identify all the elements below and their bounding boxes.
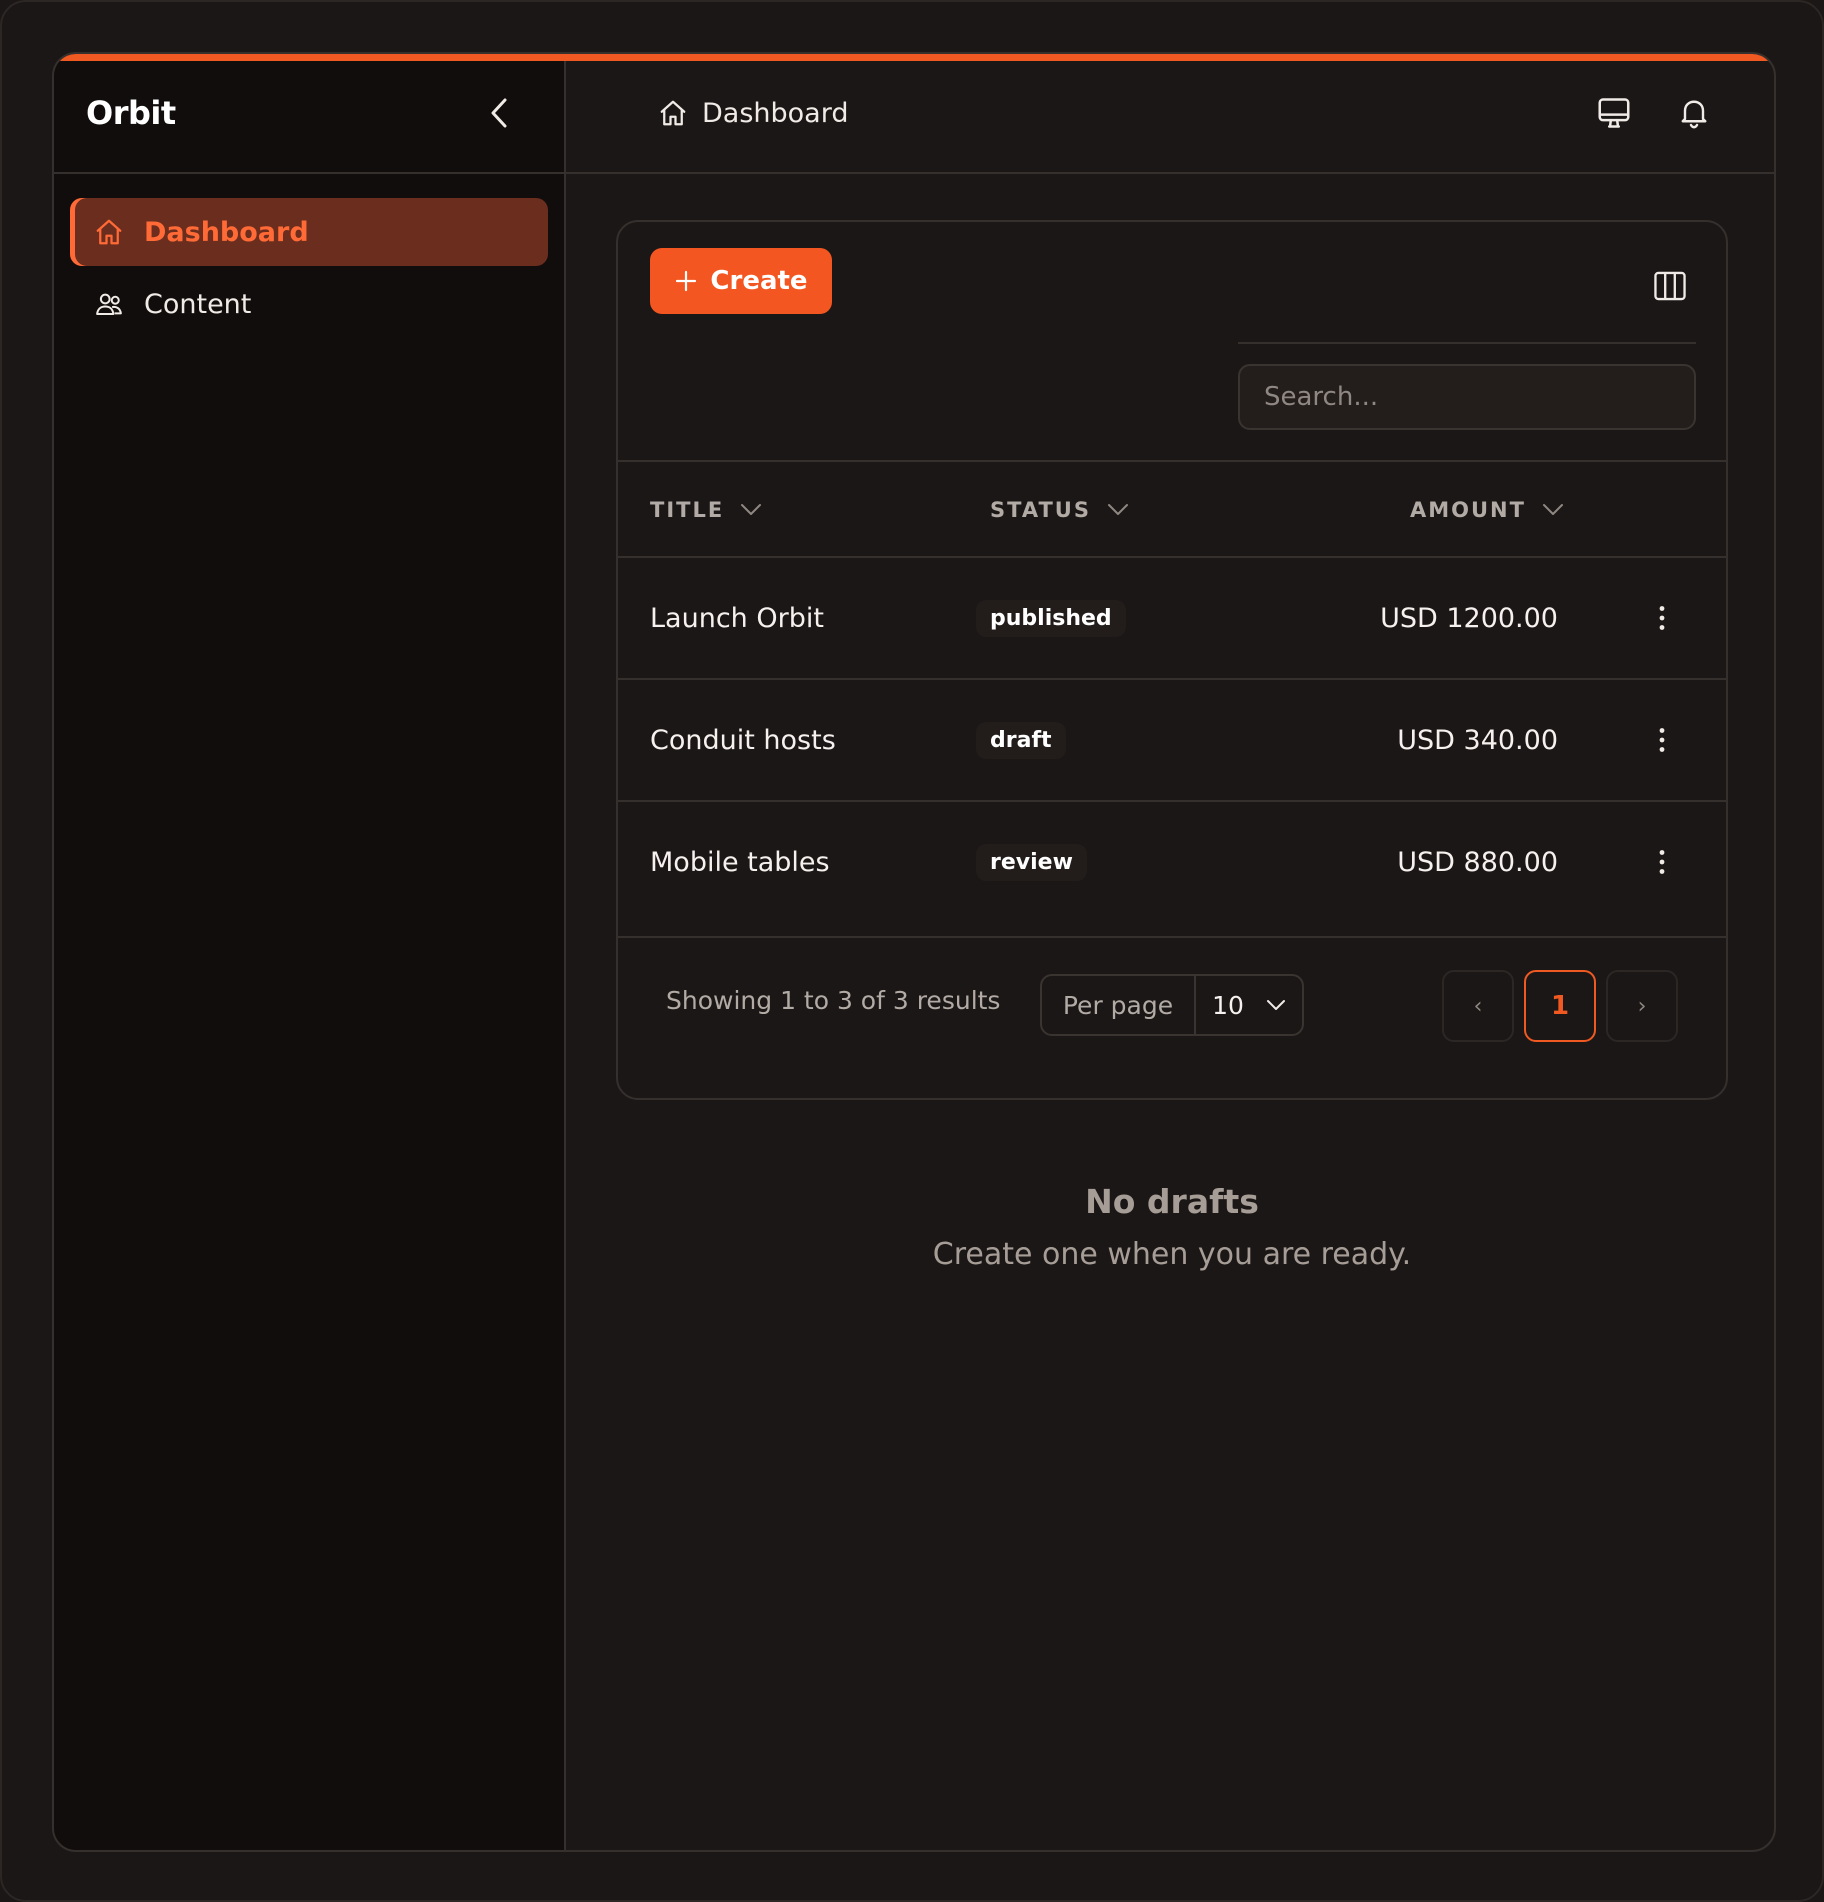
row-actions-button[interactable]: [1658, 558, 1666, 678]
collapse-sidebar-button[interactable]: [484, 93, 514, 133]
accent-bar: [54, 54, 1774, 61]
column-toggle-button[interactable]: [1650, 266, 1690, 306]
per-page-control: Per page 10: [1040, 974, 1304, 1036]
empty-state-subtitle: Create one when you are ready.: [932, 1237, 1412, 1272]
sidebar-nav: Dashboard Content: [54, 174, 564, 366]
column-header-amount[interactable]: AMOUNT: [1410, 462, 1564, 558]
results-count: Showing 1 to 3 of 3 results: [666, 985, 1001, 1015]
column-header-label: STATUS: [990, 498, 1091, 522]
top-bar: Dashboard: [566, 54, 1774, 174]
sidebar-item-label: Content: [144, 288, 252, 320]
content-table-card: Create TITLE STATUS: [616, 220, 1728, 1100]
status-badge: review: [976, 843, 1087, 881]
row-title: Mobile tables: [650, 846, 830, 878]
row-amount: USD 1200.00: [1380, 602, 1558, 634]
brand-logo: Orbit: [86, 94, 176, 132]
create-button-label: Create: [710, 266, 808, 296]
chevron-left-icon: [491, 98, 507, 128]
table-footer: Showing 1 to 3 of 3 results Per page 10 …: [618, 940, 1726, 1060]
main-area: Dashboard Create Search... TITLE STATUS …: [566, 54, 1774, 1850]
breadcrumb[interactable]: Dashboard: [658, 98, 848, 129]
row-amount: USD 880.00: [1397, 846, 1558, 878]
sidebar: Orbit Dashboard Content: [54, 54, 566, 1850]
sidebar-header: Orbit: [54, 54, 564, 174]
home-icon: [660, 100, 686, 126]
breadcrumb-label: Dashboard: [702, 97, 849, 129]
pagination: ‹ 1 ›: [1442, 970, 1678, 1042]
more-vertical-icon: [1659, 850, 1665, 874]
sidebar-item-label: Dashboard: [144, 216, 309, 248]
create-button[interactable]: Create: [650, 248, 832, 314]
per-page-label: Per page: [1042, 976, 1196, 1034]
status-badge: published: [976, 599, 1126, 637]
row-title: Conduit hosts: [650, 724, 836, 756]
column-header-status[interactable]: STATUS: [990, 462, 1129, 558]
empty-state: No drafts Create one when you are ready.: [616, 1182, 1728, 1272]
row-actions-button[interactable]: [1658, 802, 1666, 922]
row-actions-button[interactable]: [1658, 680, 1666, 800]
home-icon: [96, 219, 122, 245]
app-shell: Orbit Dashboard Content Dashboard Create…: [52, 52, 1776, 1852]
window-frame: Orbit Dashboard Content Dashboard Create…: [0, 0, 1824, 1902]
plus-icon: [676, 270, 697, 292]
columns-icon: [1654, 271, 1686, 301]
data-table: TITLE STATUS AMOUNT Launch Orbit publish…: [618, 460, 1726, 938]
chevron-down-icon: [741, 504, 762, 515]
divider: [1238, 342, 1696, 344]
column-header-label: TITLE: [650, 498, 725, 522]
row-title: Launch Orbit: [650, 602, 824, 634]
row-amount: USD 340.00: [1397, 724, 1558, 756]
sidebar-item-content[interactable]: Content: [70, 270, 548, 338]
top-actions: [1594, 93, 1714, 133]
monitor-icon: [1598, 98, 1630, 128]
search-input[interactable]: [1238, 364, 1696, 430]
per-page-value: 10: [1212, 990, 1244, 1020]
chevron-down-icon: [1266, 1000, 1285, 1010]
column-header-label: AMOUNT: [1410, 498, 1526, 522]
table-header: TITLE STATUS AMOUNT: [618, 460, 1726, 558]
page-button-current[interactable]: 1: [1524, 970, 1596, 1042]
prev-page-button[interactable]: ‹: [1442, 970, 1514, 1042]
empty-state-title: No drafts: [1085, 1182, 1259, 1221]
chevron-down-icon: [1107, 504, 1128, 515]
notifications-button[interactable]: [1674, 93, 1714, 133]
users-icon: [96, 293, 122, 315]
column-header-title[interactable]: TITLE: [650, 462, 762, 558]
table-row[interactable]: Conduit hosts draft USD 340.00: [618, 680, 1726, 802]
bell-icon: [1681, 100, 1707, 129]
more-vertical-icon: [1659, 728, 1665, 752]
display-mode-button[interactable]: [1594, 93, 1634, 133]
next-page-button[interactable]: ›: [1606, 970, 1678, 1042]
chevron-down-icon: [1542, 504, 1563, 515]
table-row[interactable]: Launch Orbit published USD 1200.00: [618, 558, 1726, 680]
per-page-select[interactable]: 10: [1196, 976, 1302, 1034]
table-row[interactable]: Mobile tables review USD 880.00: [618, 802, 1726, 938]
sidebar-item-dashboard[interactable]: Dashboard: [70, 198, 548, 266]
status-badge: draft: [976, 721, 1066, 759]
more-vertical-icon: [1659, 606, 1665, 630]
